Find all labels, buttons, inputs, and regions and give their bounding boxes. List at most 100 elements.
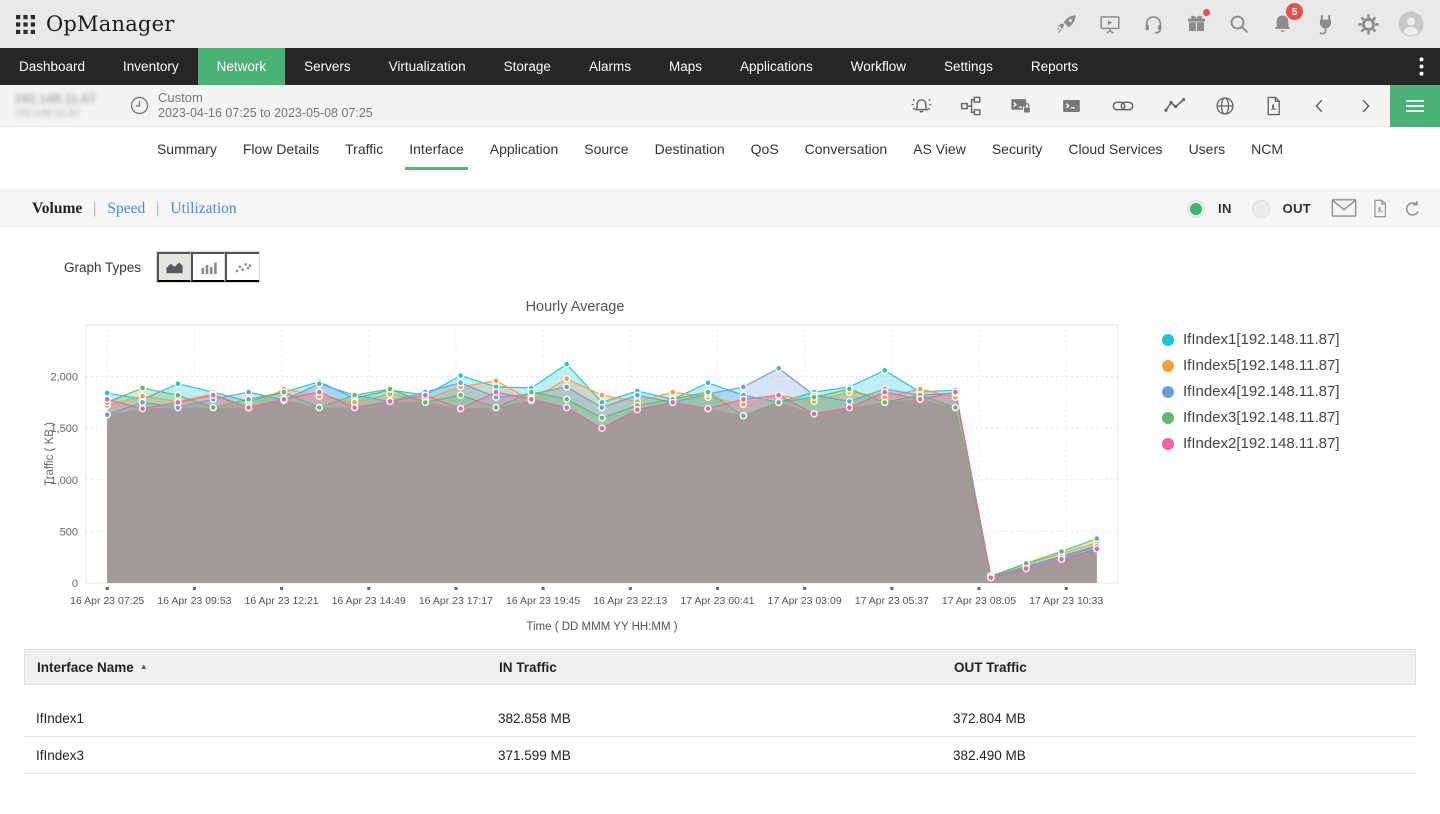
discovery-topology-icon[interactable] [960,95,982,117]
toolbar-right: IN OUT [1187,198,1422,219]
search-icon[interactable] [1226,11,1252,37]
pdf-report-icon[interactable] [1263,95,1284,117]
tab-flow-details[interactable]: Flow Details [230,127,332,170]
svg-text:17 Apr 23 10:33: 17 Apr 23 10:33 [1029,595,1103,607]
nav-item-network[interactable]: Network [197,48,286,85]
user-avatar[interactable] [1398,11,1424,37]
legend-item[interactable]: IfIndex3[192.148.11.87] [1162,409,1340,426]
table-cell: IfIndex3 [36,747,85,763]
radio-out[interactable] [1251,199,1270,218]
device-subheader: 192.148.11.87 192.148.11.87 Custom 2023-… [0,84,1440,127]
table-header-row: Interface Name ▲ IN Traffic OUT Traffic [24,649,1416,685]
legend-item[interactable]: IfIndex2[192.148.11.87] [1162,435,1340,452]
legend-dot [1162,333,1174,346]
column-header-in-traffic[interactable]: IN Traffic [487,660,942,675]
nav-item-virtualization[interactable]: Virtualization [370,48,485,85]
nav-item-storage[interactable]: Storage [485,48,570,85]
interface-traffic-table: Interface Name ▲ IN Traffic OUT Traffic IfI… [24,649,1416,774]
support-headset-icon[interactable] [1140,11,1166,37]
tab-conversation[interactable]: Conversation [792,127,901,170]
view-volume[interactable]: Volume [32,200,82,218]
legend-label: IfIndex3[192.148.11.87] [1183,409,1340,426]
table-body: IfIndex1 382.858 MB 372.804 MB IfIndex3 371.… [24,700,1416,774]
demo-video-icon[interactable] [1097,11,1123,37]
legend-item[interactable]: IfIndex1[192.148.11.87] [1162,331,1340,348]
tab-qos[interactable]: QoS [738,127,792,170]
column-header-interface-name[interactable]: Interface Name ▲ [25,660,487,675]
legend-label: IfIndex1[192.148.11.87] [1183,331,1340,348]
period-range: 2023-04-16 07:25 to 2023-05-08 07:25 [158,105,373,120]
tab-summary[interactable]: Summary [144,127,230,170]
scatter-chart-icon[interactable] [225,252,260,282]
nav-item-alarms[interactable]: Alarms [570,48,650,85]
view-separator: | [93,199,97,217]
nav-item-workflow[interactable]: Workflow [832,48,925,85]
legend-item[interactable]: IfIndex4[192.148.11.87] [1162,383,1340,400]
hamburger-menu-icon[interactable] [1390,84,1440,127]
chevron-right-icon[interactable] [1356,95,1374,117]
chevron-left-icon[interactable] [1311,95,1329,117]
graph-types-label: Graph Types [64,259,142,275]
app-grid-icon[interactable] [16,14,35,34]
notification-badge: 5 [1286,3,1303,20]
bar-chart-icon[interactable] [191,252,226,282]
tab-traffic[interactable]: Traffic [332,127,396,170]
nav-item-settings[interactable]: Settings [925,48,1012,85]
table-cell: 371.599 MB [498,747,571,763]
subheader-icons [910,95,1390,117]
tab-interface[interactable]: Interface [396,127,476,170]
radio-in[interactable] [1187,199,1206,218]
topbar-icons: 5 [1037,3,1424,37]
svg-text:2,000: 2,000 [50,372,78,384]
device-name-blurred: 192.148.11.87 192.148.11.87 [0,91,122,119]
alarm-notification-icon[interactable] [910,95,933,117]
view-utilization[interactable]: Utilization [170,200,236,218]
radio-dot [1190,202,1203,215]
performance-graph-icon[interactable] [1163,95,1187,117]
svg-text:17 Apr 23 03:09: 17 Apr 23 03:09 [768,595,842,607]
area-chart-icon[interactable] [157,252,192,282]
tab-ncm[interactable]: NCM [1238,127,1296,170]
whats-new-gift-icon[interactable] [1183,9,1210,37]
tab-security[interactable]: Security [979,127,1056,170]
nav-item-inventory[interactable]: Inventory [104,48,198,85]
legend-dot [1162,385,1174,398]
svg-text:16 Apr 23 19:45: 16 Apr 23 19:45 [506,595,580,607]
terminal-icon[interactable] [1060,95,1083,117]
nav-item-maps[interactable]: Maps [650,48,721,85]
secure-terminal-icon[interactable] [1009,95,1033,117]
table-row[interactable]: IfIndex1 382.858 MB 372.804 MB [24,700,1416,737]
legend-dot [1162,411,1174,424]
view-speed[interactable]: Speed [107,200,145,218]
column-header-out-traffic[interactable]: OUT Traffic [942,660,1415,675]
email-icon[interactable] [1331,198,1357,219]
tab-as-view[interactable]: AS View [900,127,979,170]
device-ip: 192.148.11.87 [14,91,97,106]
legend-item[interactable]: IfIndex5[192.148.11.87] [1162,357,1340,374]
tab-application[interactable]: Application [477,127,572,170]
svg-text:16 Apr 23 07:25: 16 Apr 23 07:25 [70,595,144,607]
tab-source[interactable]: Source [571,127,641,170]
graph-types: Graph Types [64,251,1440,283]
notifications-bell-icon[interactable]: 5 [1269,3,1303,37]
svg-text:16 Apr 23 14:49: 16 Apr 23 14:49 [332,595,406,607]
tab-cloud-services[interactable]: Cloud Services [1055,127,1175,170]
tab-users[interactable]: Users [1176,127,1239,170]
settings-gear-icon[interactable] [1355,11,1381,37]
nav-item-reports[interactable]: Reports [1012,48,1097,85]
reload-icon[interactable] [1403,199,1422,219]
table-row[interactable]: IfIndex3 371.599 MB 382.490 MB [24,737,1416,774]
pdf-icon[interactable] [1370,198,1390,219]
interface-link-icon[interactable] [1110,95,1136,117]
rocket-icon[interactable] [1054,11,1080,37]
tab-destination[interactable]: Destination [642,127,738,170]
chart-area: 0 500 1,000 1,500 2,000 16 Apr 23 07:25 16 Apr… [0,315,1440,637]
svg-text:16 Apr 23 09:53: 16 Apr 23 09:53 [157,595,231,607]
kebab-menu-icon[interactable] [1402,48,1440,85]
nav-item-dashboard[interactable]: Dashboard [0,48,104,85]
web-globe-icon[interactable] [1214,95,1236,117]
nav-item-servers[interactable]: Servers [285,48,370,85]
time-period-selector[interactable]: Custom 2023-04-16 07:25 to 2023-05-08 07… [130,90,373,122]
nav-item-applications[interactable]: Applications [721,48,832,85]
integrations-plug-icon[interactable] [1312,11,1338,37]
